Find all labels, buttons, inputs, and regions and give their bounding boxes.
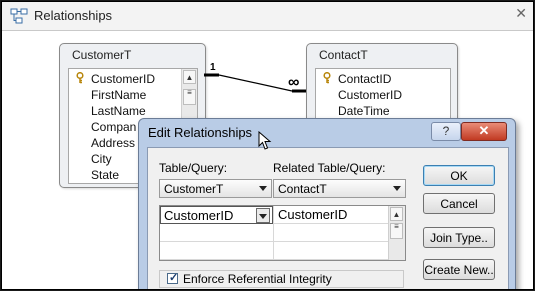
dialog-close-button[interactable]: ✕	[461, 122, 507, 141]
join-type-button[interactable]: Join Type..	[423, 227, 495, 248]
grid-scrollbar[interactable]: ▲ ≡	[388, 206, 405, 260]
checkmark-icon: ✓	[169, 272, 179, 284]
grid-empty-row[interactable]	[160, 242, 390, 260]
grid-right-value: CustomerID	[278, 207, 348, 222]
grid-left-field[interactable]: CustomerID	[160, 206, 273, 224]
table-query-value: CustomerT	[164, 182, 224, 196]
enforce-integrity-checkbox[interactable]: ✓	[167, 272, 179, 284]
create-new-button[interactable]: Create New..	[423, 259, 495, 280]
grid-right-field[interactable]: CustomerID	[273, 206, 390, 224]
ok-button[interactable]: OK	[423, 165, 495, 186]
table-query-select[interactable]: CustomerT	[159, 179, 272, 198]
relationship-one-label: 1	[210, 62, 216, 73]
chevron-down-icon[interactable]	[256, 208, 270, 223]
enforce-integrity-row[interactable]: ✓ Enforce Referential Integrity	[159, 270, 404, 288]
dialog-body: Table/Query: Related Table/Query: Custom…	[147, 147, 509, 289]
relationships-icon	[10, 8, 28, 24]
cancel-button[interactable]: Cancel	[423, 193, 495, 214]
related-table-label: Related Table/Query:	[273, 161, 386, 175]
chevron-down-icon[interactable]	[393, 186, 401, 191]
document-tab-bar: Relationships ✕	[2, 2, 533, 31]
edit-relationships-dialog: Edit Relationships ? ✕ Table/Query: Rela…	[138, 118, 516, 289]
grid-empty-row[interactable]	[160, 224, 390, 242]
related-table-select[interactable]: ContactT	[273, 179, 406, 198]
dialog-title: Edit Relationships	[148, 125, 253, 140]
grid-row-divider	[273, 224, 274, 260]
help-button[interactable]: ?	[431, 122, 461, 141]
scroll-thumb[interactable]: ≡	[390, 223, 403, 239]
grid-left-value: CustomerID	[164, 208, 234, 223]
chevron-down-icon[interactable]	[259, 186, 267, 191]
relationships-window: Relationships ✕ CustomerT CustomerID Fir…	[1, 1, 534, 290]
relationship-many-label: ∞	[288, 74, 300, 91]
close-icon[interactable]: ✕	[515, 5, 527, 22]
document-tab-title[interactable]: Relationships	[34, 8, 112, 23]
related-table-value: ContactT	[278, 182, 327, 196]
mouse-cursor-icon	[258, 131, 272, 150]
enforce-integrity-label: Enforce Referential Integrity	[183, 272, 332, 286]
scroll-up-icon[interactable]: ▲	[390, 207, 403, 221]
field-match-grid: CustomerID CustomerID ▲ ≡	[159, 205, 406, 261]
table-query-label: Table/Query:	[159, 161, 228, 175]
